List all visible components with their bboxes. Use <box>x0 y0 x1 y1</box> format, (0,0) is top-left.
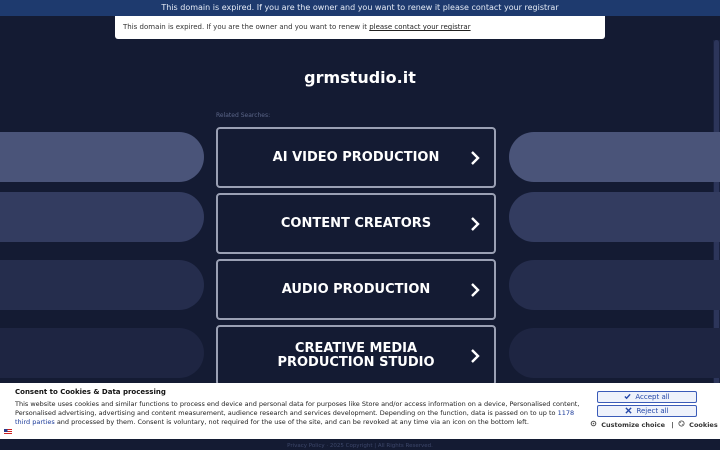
search-link-content-creators[interactable]: CONTENT CREATORS <box>216 193 496 254</box>
x-icon <box>625 407 633 414</box>
expired-banner: This domain is expired. If you are the o… <box>0 0 720 16</box>
accept-all-button[interactable]: Accept all <box>597 391 697 403</box>
links-separator: | <box>671 421 674 429</box>
reject-all-button[interactable]: Reject all <box>597 405 697 417</box>
decor-pill-right-4 <box>509 328 720 378</box>
search-link-label: CREATIVE MEDIA PRODUCTION STUDIO <box>277 340 435 370</box>
decor-pill-left-1 <box>0 132 204 182</box>
decor-pill-right-1 <box>509 132 720 182</box>
chevron-right-icon <box>471 150 480 165</box>
flag-icon[interactable] <box>4 429 12 435</box>
cookie-consent-banner: Consent to Cookies & Data processing Thi… <box>0 383 720 439</box>
consent-text: This website uses cookies and similar fu… <box>15 400 585 427</box>
consent-text-after: and processed by them. Consent is volunt… <box>54 418 529 426</box>
domain-title: grmstudio.it <box>304 68 416 87</box>
gear-icon <box>590 420 597 427</box>
cookies-link[interactable]: Cookies <box>689 421 718 429</box>
search-link-audio-production[interactable]: AUDIO PRODUCTION <box>216 259 496 320</box>
check-icon <box>624 393 632 400</box>
notice-text: This domain is expired. If you are the o… <box>123 23 370 31</box>
cookie-icon <box>678 420 685 427</box>
contact-registrar-link[interactable]: please contact your registrar <box>369 23 470 31</box>
search-link-label: CONTENT CREATORS <box>280 215 432 231</box>
consent-text-before: This website uses cookies and similar fu… <box>15 400 580 417</box>
customize-choice-link[interactable]: Customize choice <box>601 421 665 429</box>
footer-text: Privacy Policy · 2025 Copyright | All Ri… <box>287 443 433 449</box>
decor-pill-left-4 <box>0 328 204 378</box>
consent-title: Consent to Cookies & Data processing <box>15 388 166 396</box>
chevron-right-icon <box>471 348 480 363</box>
search-link-label: AUDIO PRODUCTION <box>281 281 431 297</box>
search-link-label: AI VIDEO PRODUCTION <box>272 149 440 165</box>
accept-all-label: Accept all <box>635 393 670 401</box>
search-link-creative-media-production-studio[interactable]: CREATIVE MEDIA PRODUCTION STUDIO <box>216 325 496 386</box>
decor-pill-left-3 <box>0 260 204 310</box>
reject-all-label: Reject all <box>636 407 669 415</box>
search-link-ai-video-production[interactable]: AI VIDEO PRODUCTION <box>216 127 496 188</box>
decor-pill-right-3 <box>509 260 720 310</box>
related-searches-label: Related Searches: <box>216 112 271 119</box>
decor-pill-left-2 <box>0 192 204 242</box>
decor-pill-right-2 <box>509 192 720 242</box>
expired-notice: This domain is expired. If you are the o… <box>115 16 605 39</box>
consent-links: Customize choice | Cookies <box>590 420 720 429</box>
chevron-right-icon <box>471 282 480 297</box>
chevron-right-icon <box>471 216 480 231</box>
